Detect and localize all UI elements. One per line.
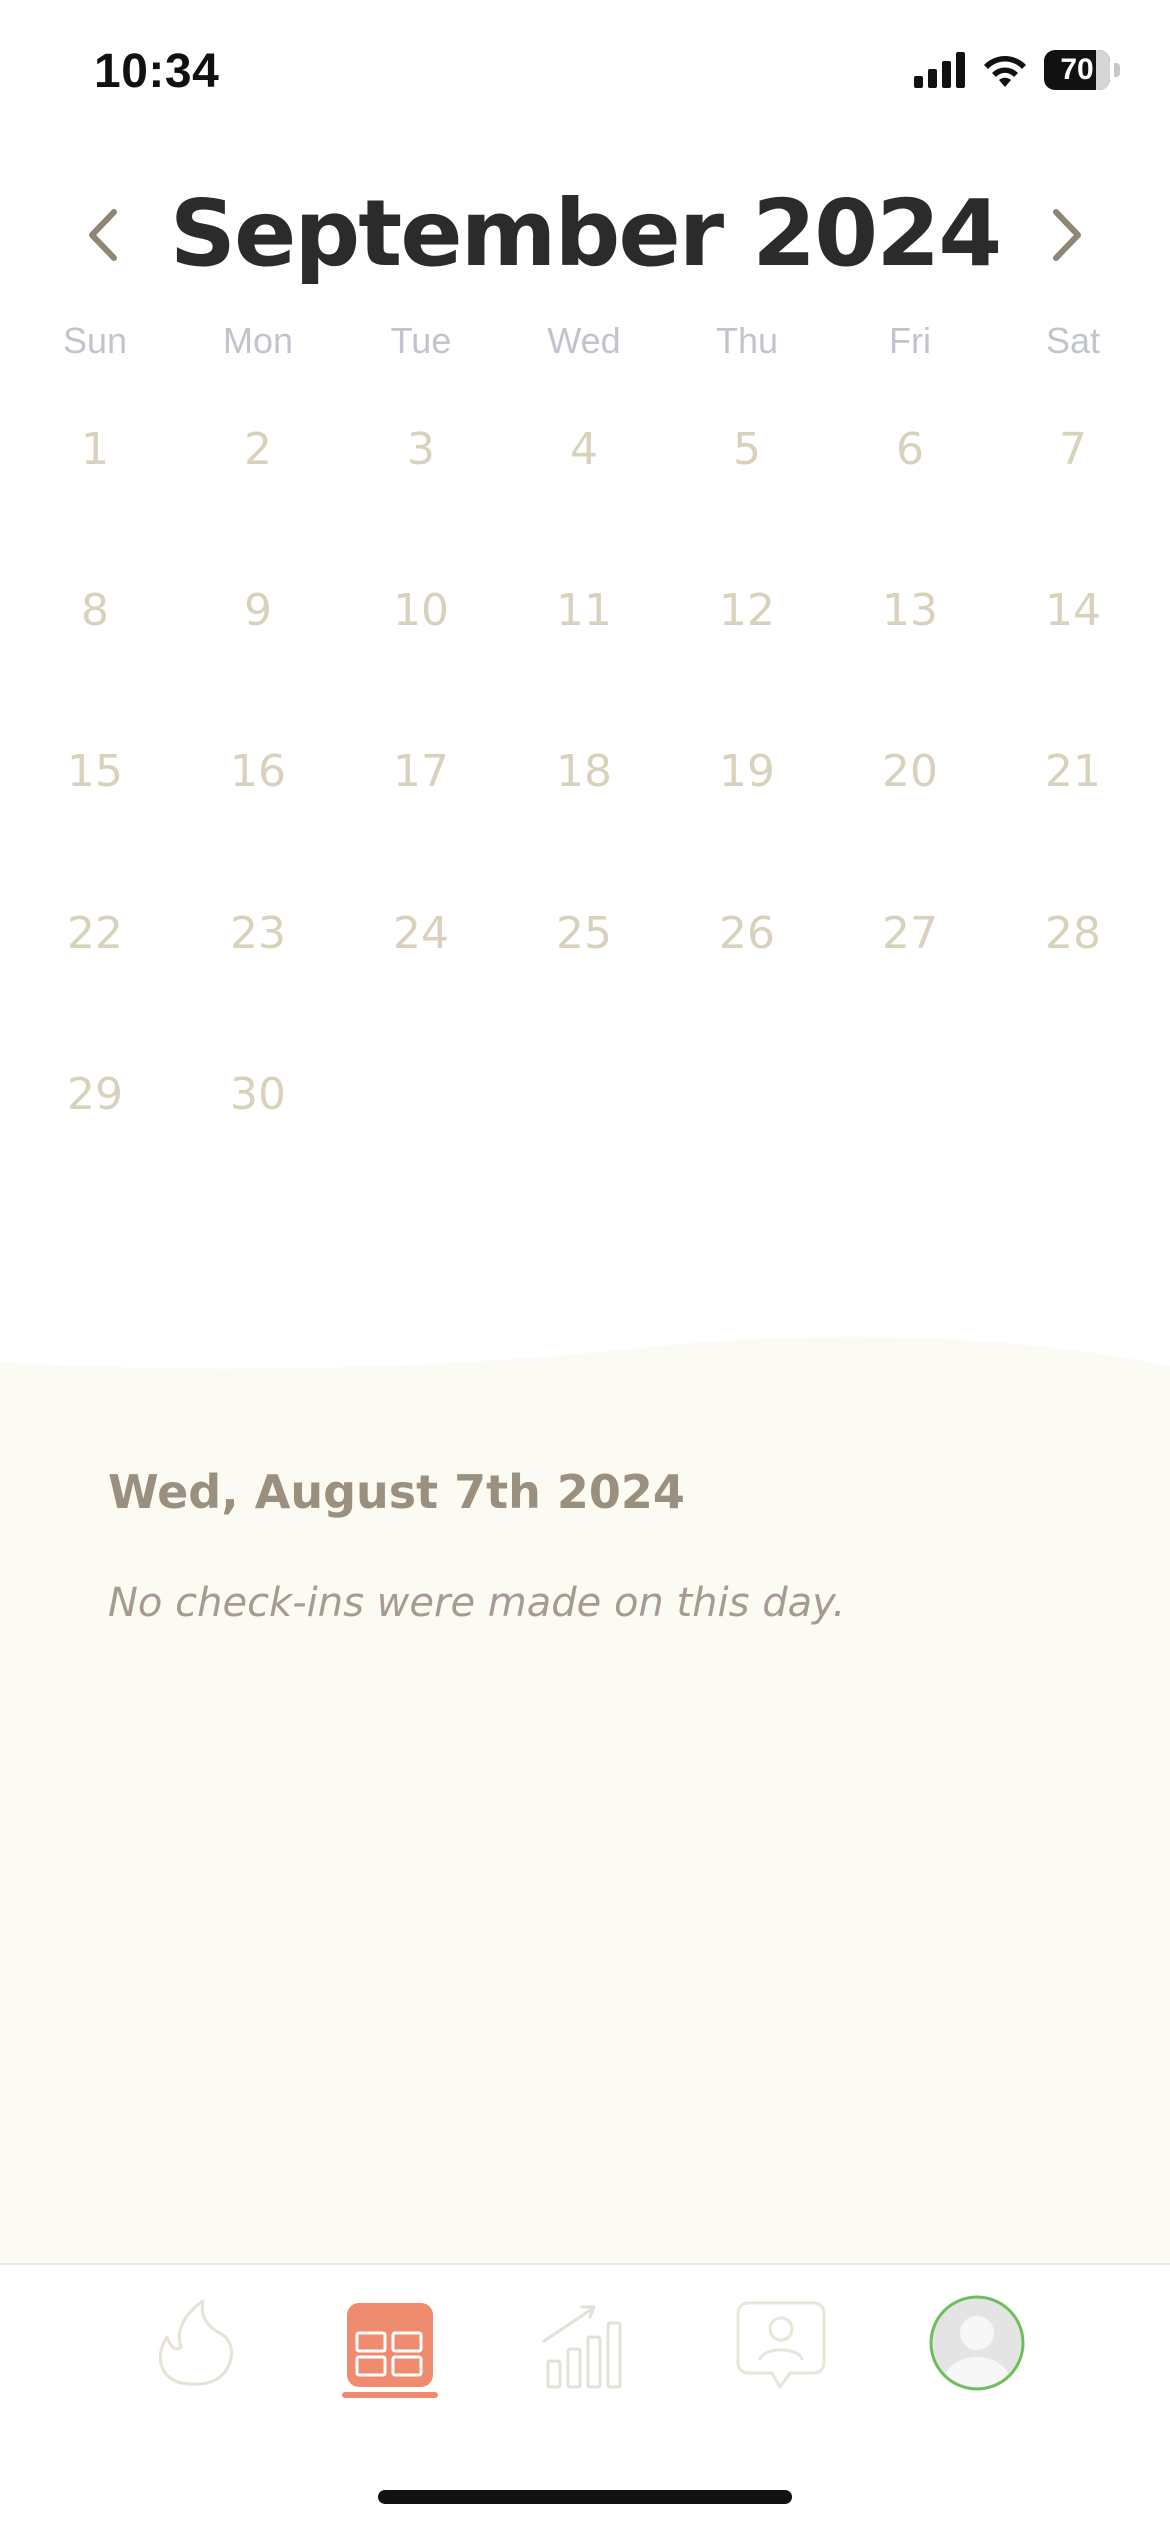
calendar-day[interactable]: 10: [340, 561, 502, 661]
status-icons: 70: [914, 50, 1120, 90]
weekday-label: Sun: [62, 320, 128, 361]
calendar-day[interactable]: 27: [829, 884, 991, 984]
tab-calendar[interactable]: [335, 2285, 445, 2425]
calendar-day[interactable]: 21: [992, 722, 1154, 822]
calendar-day[interactable]: 6: [829, 400, 991, 500]
calendar-day[interactable]: 12: [666, 561, 828, 661]
weekday-label: Mon: [222, 320, 294, 361]
next-month-button[interactable]: [1030, 200, 1100, 270]
calendar-day[interactable]: 14: [992, 561, 1154, 661]
status-bar: 10:34 70: [0, 0, 1170, 150]
calendar-day[interactable]: 20: [829, 722, 991, 822]
calendar-day[interactable]: 26: [666, 884, 828, 984]
chevron-right-icon: [1053, 209, 1081, 261]
calendar-day[interactable]: 28: [992, 884, 1154, 984]
calendar-header: September 2024: [0, 170, 1170, 300]
active-tab-indicator: [342, 2392, 438, 2398]
calendar-day[interactable]: 4: [503, 400, 665, 500]
calendar-day[interactable]: 11: [503, 561, 665, 661]
tab-support[interactable]: [726, 2285, 836, 2425]
calendar-day[interactable]: 1: [14, 400, 176, 500]
empty-checkins-message: No check-ins were made on this day.: [108, 1580, 846, 1626]
wifi-icon: [984, 56, 1026, 87]
calendar-day[interactable]: 7: [992, 400, 1154, 500]
status-time: 10:34: [94, 45, 220, 98]
tab-progress[interactable]: [530, 2285, 640, 2425]
home-indicator: [378, 2490, 792, 2504]
battery-icon: 70: [1044, 50, 1120, 90]
month-title: September 2024: [169, 180, 1002, 287]
calendar-day[interactable]: 19: [666, 722, 828, 822]
calendar-day[interactable]: 13: [829, 561, 991, 661]
calendar-day[interactable]: 17: [340, 722, 502, 822]
weekday-label: Fri: [889, 320, 931, 361]
weekday-label: Sat: [1045, 320, 1101, 361]
calendar-day[interactable]: 24: [340, 884, 502, 984]
day-detail-panel: Wed, August 7th 2024 No check-ins were m…: [0, 1330, 1170, 2265]
calendar-day[interactable]: 2: [177, 400, 339, 500]
calendar-day[interactable]: 15: [14, 722, 176, 822]
cellular-signal-icon: [914, 52, 965, 88]
calendar-grid-icon: [347, 2303, 433, 2387]
tab-streak[interactable]: [141, 2285, 251, 2425]
calendar-day[interactable]: 30: [177, 1045, 339, 1145]
profile-avatar-icon: [929, 2295, 1025, 2391]
calendar-day[interactable]: 18: [503, 722, 665, 822]
calendar-day[interactable]: 9: [177, 561, 339, 661]
chat-person-icon: [736, 2301, 826, 2389]
battery-level: 70: [1060, 53, 1094, 86]
calendar-day[interactable]: 8: [14, 561, 176, 661]
calendar-day[interactable]: 23: [177, 884, 339, 984]
calendar-day[interactable]: 25: [503, 884, 665, 984]
calendar-day[interactable]: 5: [666, 400, 828, 500]
calendar-day[interactable]: 29: [14, 1045, 176, 1145]
tab-profile[interactable]: [922, 2285, 1032, 2425]
weekday-label: Tue: [390, 320, 452, 361]
selected-date-label: Wed, August 7th 2024: [108, 1465, 685, 1519]
flame-icon: [158, 2299, 233, 2386]
progress-chart-icon: [542, 2305, 622, 2389]
weekday-label: Wed: [547, 320, 621, 361]
calendar-day[interactable]: 16: [177, 722, 339, 822]
calendar-day[interactable]: 3: [340, 400, 502, 500]
calendar-day[interactable]: 22: [14, 884, 176, 984]
weekday-label: Thu: [715, 320, 779, 361]
weekday-row: Sun Mon Tue Wed Thu Fri Sat: [0, 320, 1170, 376]
